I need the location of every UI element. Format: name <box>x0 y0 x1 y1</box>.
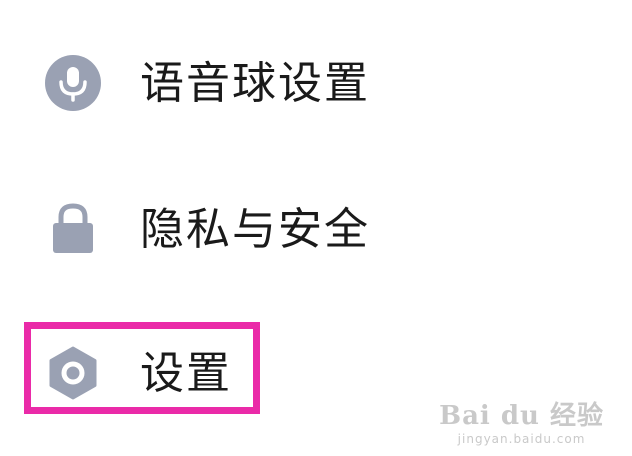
microphone-icon <box>44 54 102 112</box>
hexagon-gear-icon <box>44 344 102 402</box>
menu-item-label: 语音球设置 <box>140 58 370 109</box>
lock-icon <box>44 200 102 258</box>
menu-item-voice-ball-settings[interactable]: 语音球设置 <box>0 28 632 138</box>
menu-item-label: 隐私与安全 <box>140 204 370 255</box>
menu-item-privacy-security[interactable]: 隐私与安全 <box>0 174 632 284</box>
watermark-url: jingyan.baidu.com <box>457 432 586 446</box>
menu-item-label: 设置 <box>140 348 232 399</box>
watermark-logo: Bai du 经验 <box>439 401 604 431</box>
watermark: Bai du 经验 jingyan.baidu.com <box>439 395 604 446</box>
